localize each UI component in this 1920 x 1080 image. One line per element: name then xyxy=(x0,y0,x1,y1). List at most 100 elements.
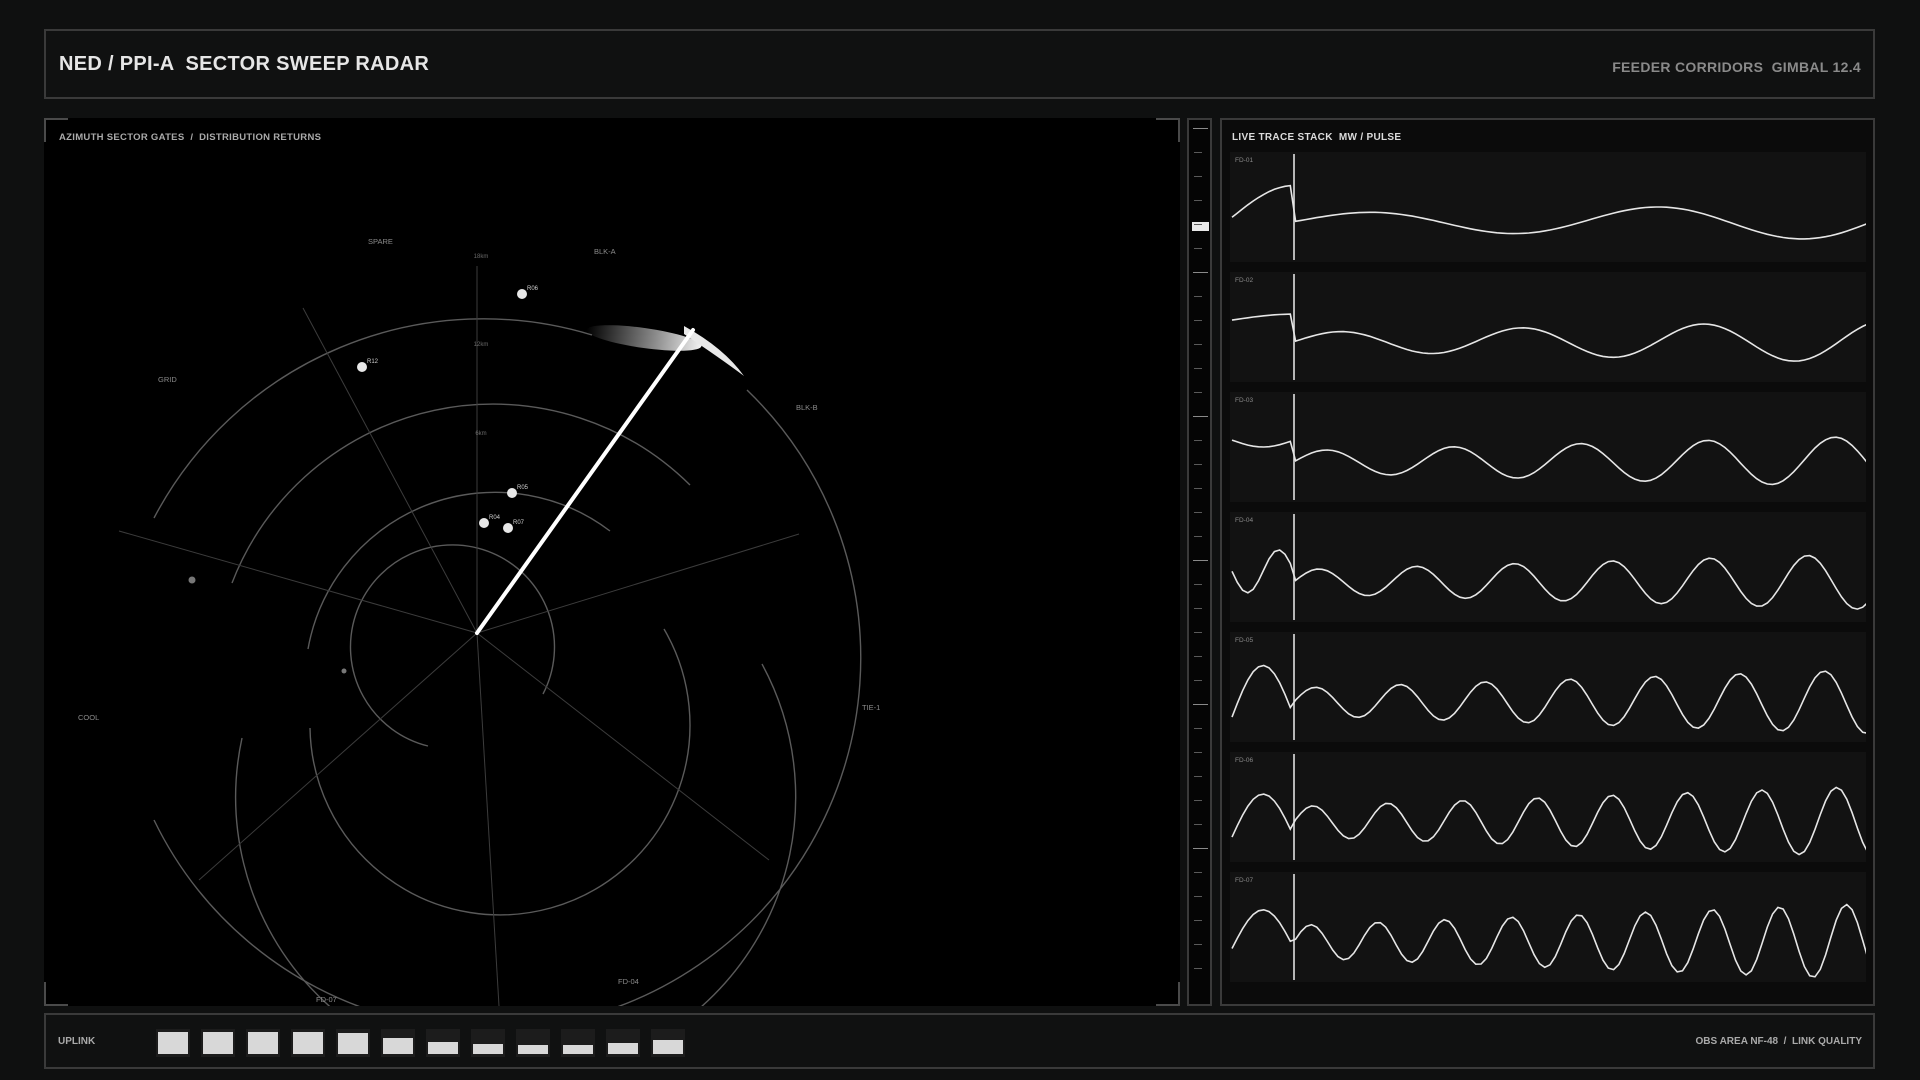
range-ring xyxy=(153,318,862,1006)
range-label: 12km xyxy=(474,342,489,348)
slider-tick xyxy=(1193,704,1208,705)
trace-line xyxy=(1231,664,1866,734)
slider-tick xyxy=(1194,968,1202,969)
radar-scope[interactable]: 6km 12km 18km SPARE BLK-A BLK-B GRID TIE-1 COOL… xyxy=(44,118,1180,1006)
slider-tick xyxy=(1194,248,1202,249)
slider-tick xyxy=(1194,896,1202,897)
footer-bar: UPLINK OBS AREA NF-48 / LINK QUALITY xyxy=(44,1013,1875,1069)
link-quality-fill xyxy=(338,1033,368,1054)
link-quality-fill xyxy=(383,1038,413,1054)
link-quality-fill xyxy=(248,1032,278,1054)
sweep-trail-edge xyxy=(684,326,744,376)
slider-tick xyxy=(1194,176,1202,177)
contact-label: R06 xyxy=(527,286,539,292)
trace-plot xyxy=(1231,754,1866,860)
link-quality-bar xyxy=(516,1029,550,1057)
slider-tick xyxy=(1194,728,1202,729)
sector-label: TIE-1 xyxy=(862,703,880,712)
range-rings xyxy=(153,318,862,1006)
slider-tick xyxy=(1194,152,1202,153)
contact-blip[interactable] xyxy=(479,518,489,528)
trace-row[interactable]: FD-02 xyxy=(1230,272,1866,382)
sector-label: COOL xyxy=(78,713,99,722)
spoke xyxy=(198,632,478,881)
uplink-label: UPLINK xyxy=(58,1036,96,1047)
slider-tick xyxy=(1194,536,1202,537)
contact-label: R05 xyxy=(517,485,529,491)
slider-tick xyxy=(1194,680,1202,681)
slider-tick xyxy=(1193,848,1208,849)
link-quality-fill xyxy=(158,1032,188,1054)
header-status: FEEDER CORRIDORS GIMBAL 12.4 xyxy=(1612,59,1861,75)
link-quality-bar xyxy=(246,1029,280,1057)
slider-tick xyxy=(1193,272,1208,273)
slider-tick xyxy=(1194,464,1202,465)
sector-label: GRID xyxy=(158,375,177,384)
trace-plot xyxy=(1231,394,1866,500)
sweep-beam xyxy=(475,328,695,635)
sector-label: SPARE xyxy=(368,237,393,246)
slider-tick xyxy=(1193,416,1208,417)
link-quality-bar xyxy=(156,1029,190,1057)
contact-label: R04 xyxy=(489,515,501,521)
trace-row[interactable]: FD-04 xyxy=(1230,512,1866,622)
slider-tick xyxy=(1194,920,1202,921)
trace-row[interactable]: FD-07 xyxy=(1230,872,1866,982)
trace-plot xyxy=(1231,874,1866,980)
trace-plot xyxy=(1231,514,1866,620)
trace-line xyxy=(1231,903,1866,978)
slider-tick xyxy=(1194,800,1202,801)
slider-tick xyxy=(1194,344,1202,345)
trace-panel-title: LIVE TRACE STACK MW / PULSE xyxy=(1232,132,1402,143)
link-quality-fill xyxy=(608,1043,638,1054)
link-quality-bar xyxy=(336,1029,370,1057)
contact-blip[interactable] xyxy=(503,523,513,533)
spoke xyxy=(476,632,770,861)
link-quality-fill xyxy=(563,1045,593,1054)
trace-row[interactable]: FD-05 xyxy=(1230,632,1866,742)
range-labels: 6km 12km 18km xyxy=(474,254,489,437)
link-quality-bar xyxy=(606,1029,640,1057)
range-label: 18km xyxy=(474,254,489,260)
link-quality-bar xyxy=(381,1029,415,1057)
range-slider[interactable] xyxy=(1187,118,1212,1006)
link-quality-fill xyxy=(203,1032,233,1054)
page-title: NED / PPI-A SECTOR SWEEP RADAR xyxy=(59,53,430,75)
link-quality-bar xyxy=(471,1029,505,1057)
contact-label: R12 xyxy=(367,359,379,365)
sector-labels: SPARE BLK-A BLK-B GRID TIE-1 COOL FD-04 FD-07 xyxy=(78,237,880,1004)
slider-tick xyxy=(1194,320,1202,321)
link-quality-bar xyxy=(651,1029,685,1057)
trace-row[interactable]: FD-01 xyxy=(1230,152,1866,262)
spoke xyxy=(476,533,800,634)
link-quality-fill xyxy=(428,1042,458,1054)
slider-tick xyxy=(1194,824,1202,825)
link-quality-fill xyxy=(518,1045,548,1054)
trace-panel: LIVE TRACE STACK MW / PULSE FD-01 FD-02 FD… xyxy=(1220,118,1875,1006)
slider-tick xyxy=(1194,584,1202,585)
slider-tick xyxy=(1194,296,1202,297)
trace-line xyxy=(1231,786,1866,856)
radar-panel: AZIMUTH SECTOR GATES / DISTRIBUTION RETU… xyxy=(44,118,1180,1006)
contact-blip[interactable] xyxy=(357,362,367,372)
link-quality-bar xyxy=(561,1029,595,1057)
link-quality-bar xyxy=(426,1029,460,1057)
contact-blip[interactable] xyxy=(517,289,527,299)
slider-tick xyxy=(1194,440,1202,441)
footer-status: OBS AREA NF-48 / LINK QUALITY xyxy=(1695,1036,1863,1047)
trace-plot xyxy=(1231,154,1866,260)
trace-row[interactable]: FD-03 xyxy=(1230,392,1866,502)
link-quality-bar xyxy=(291,1029,325,1057)
range-ring xyxy=(349,544,556,747)
contact-blip[interactable] xyxy=(507,488,517,498)
sector-label: BLK-B xyxy=(796,403,818,412)
slider-tick xyxy=(1194,224,1202,225)
trace-row[interactable]: FD-06 xyxy=(1230,752,1866,862)
slider-tick xyxy=(1194,944,1202,945)
link-quality-fill xyxy=(473,1044,503,1054)
trace-line xyxy=(1231,313,1866,362)
header-bar: NED / PPI-A SECTOR SWEEP RADAR FEEDER CO… xyxy=(44,29,1875,99)
trace-line xyxy=(1231,436,1866,486)
trace-line xyxy=(1231,549,1866,610)
slider-tick xyxy=(1194,776,1202,777)
